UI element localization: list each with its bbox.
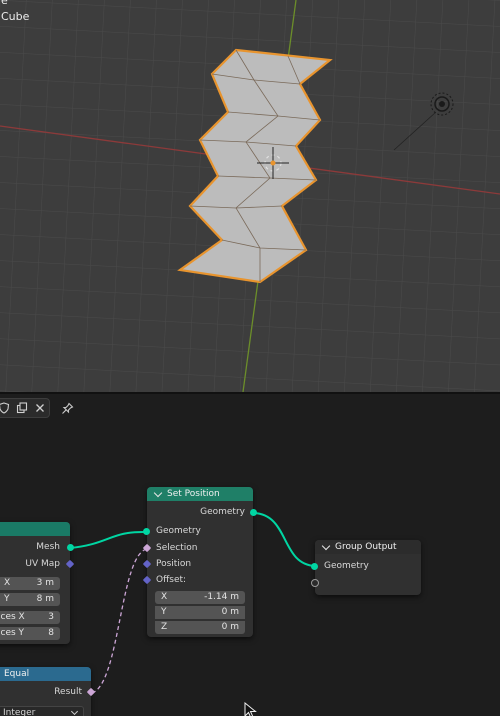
result-output-label: Result bbox=[54, 687, 82, 697]
mouse-cursor-icon bbox=[244, 702, 257, 716]
size-y-field[interactable]: Y8 m bbox=[0, 593, 60, 606]
viewport-mode-label: e bbox=[1, 0, 8, 7]
set-position-header[interactable]: Set Position bbox=[147, 487, 253, 501]
mesh-output-socket[interactable] bbox=[67, 544, 74, 551]
data-type-dropdown[interactable]: Integer bbox=[0, 706, 84, 716]
group-empty-input-socket[interactable] bbox=[311, 579, 319, 587]
group-output-node[interactable]: Group Output Geometry bbox=[311, 540, 421, 595]
group-output-title: Group Output bbox=[335, 542, 397, 552]
compare-node-title: Equal bbox=[4, 669, 30, 679]
mesh-output-label: Mesh bbox=[36, 542, 60, 552]
offset-input-label: Offset: bbox=[156, 575, 187, 585]
offset-x-field[interactable]: X -1.14 m bbox=[155, 591, 245, 604]
set-position-title: Set Position bbox=[167, 489, 220, 499]
offset-y-field[interactable]: Y0 m bbox=[155, 606, 245, 619]
offset-z-field[interactable]: Z0 m bbox=[155, 621, 245, 634]
group-output-header[interactable]: Group Output bbox=[315, 540, 421, 554]
vertices-y-field[interactable]: ices Y8 bbox=[0, 627, 60, 640]
link-mesh-to-geometry bbox=[69, 530, 148, 549]
3d-viewport[interactable]: e Cube bbox=[0, 0, 500, 392]
size-x-field[interactable]: X3 m bbox=[0, 577, 60, 590]
grid-node[interactable]: Mesh UV Map X3 m Y8 m ices X3 ices Y8 bbox=[0, 522, 75, 644]
active-object-name: Cube bbox=[1, 10, 30, 23]
vertices-x-field[interactable]: ices X3 bbox=[0, 611, 60, 624]
geometry-input-socket[interactable] bbox=[143, 528, 150, 535]
grid-node-header[interactable] bbox=[0, 522, 70, 536]
position-input-label: Position bbox=[156, 559, 192, 569]
group-geometry-input-label: Geometry bbox=[324, 561, 369, 571]
data-type-value: Integer bbox=[3, 708, 36, 716]
geometry-output-socket[interactable] bbox=[250, 509, 257, 516]
geometry-input-label: Geometry bbox=[156, 526, 201, 536]
viewport-canvas[interactable] bbox=[0, 0, 500, 392]
link-setposition-to-output bbox=[252, 512, 316, 567]
node-editor[interactable]: Mesh UV Map X3 m Y8 m ices X3 ices Y8 Se… bbox=[0, 394, 500, 716]
collapse-chevron-icon[interactable] bbox=[153, 488, 163, 497]
group-geometry-input-socket[interactable] bbox=[311, 563, 318, 570]
link-result-to-selection bbox=[91, 548, 148, 694]
set-position-node[interactable]: Set Position Geometry Geometry Selection… bbox=[142, 487, 257, 637]
selection-input-label: Selection bbox=[156, 543, 198, 553]
geometry-output-label: Geometry bbox=[200, 507, 245, 517]
compare-node[interactable]: Equal Result Integer bbox=[0, 667, 96, 716]
collapse-chevron-icon[interactable] bbox=[321, 541, 331, 550]
uvmap-output-label: UV Map bbox=[25, 559, 60, 569]
chevron-down-icon bbox=[70, 707, 79, 716]
compare-node-header[interactable]: Equal bbox=[0, 667, 91, 681]
